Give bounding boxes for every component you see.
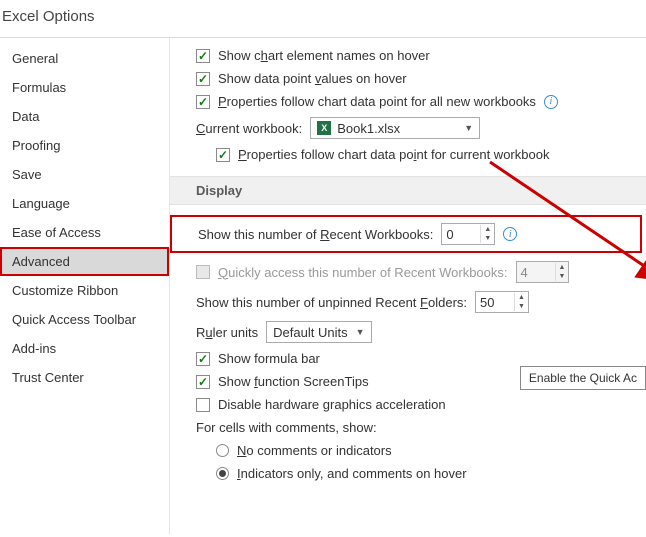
- label-recent-workbooks: Show this number of Recent Workbooks:: [198, 227, 433, 242]
- recent-folders-value[interactable]: 50: [476, 295, 514, 310]
- checkbox-quick-access-recent[interactable]: [196, 265, 210, 279]
- excel-file-icon: X: [317, 121, 331, 135]
- sidebar-item-proofing[interactable]: Proofing: [0, 131, 169, 160]
- sidebar-item-data[interactable]: Data: [0, 102, 169, 131]
- checkbox-props-current-workbook[interactable]: [216, 148, 230, 162]
- label-data-point-values: Show data point values on hover: [218, 71, 407, 86]
- dropdown-arrow-icon: ▼: [356, 327, 365, 337]
- select-current-workbook[interactable]: X Book1.xlsx ▼: [310, 117, 480, 139]
- spinner-recent-folders[interactable]: 50 ▲▼: [475, 291, 529, 313]
- spinner-down-icon[interactable]: ▼: [481, 234, 494, 243]
- label-hw-accel: Disable hardware graphics acceleration: [218, 397, 446, 412]
- spinner-quick-access: 4 ▲▼: [516, 261, 570, 283]
- sidebar: General Formulas Data Proofing Save Lang…: [0, 38, 170, 534]
- sidebar-item-advanced[interactable]: Advanced: [0, 247, 169, 276]
- checkbox-screentips[interactable]: [196, 375, 210, 389]
- sidebar-item-trust-center[interactable]: Trust Center: [0, 363, 169, 392]
- label-formula-bar: Show formula bar: [218, 351, 320, 366]
- recent-workbooks-value[interactable]: 0: [442, 227, 480, 242]
- checkbox-chart-element-names[interactable]: [196, 49, 210, 63]
- radio-no-comments[interactable]: [216, 444, 229, 457]
- radio-indicators-only[interactable]: [216, 467, 229, 480]
- spinner-recent-workbooks[interactable]: 0 ▲▼: [441, 223, 495, 245]
- spinner-up-icon[interactable]: ▲: [481, 225, 494, 234]
- label-props-all-workbooks: Properties follow chart data point for a…: [218, 94, 536, 109]
- sidebar-item-ease-of-access[interactable]: Ease of Access: [0, 218, 169, 247]
- quick-access-value: 4: [517, 265, 555, 280]
- dropdown-arrow-icon: ▼: [464, 123, 473, 133]
- label-props-current-workbook: Properties follow chart data point for c…: [238, 147, 549, 162]
- highlight-recent-workbooks: Show this number of Recent Workbooks: 0 …: [170, 215, 642, 253]
- label-screentips: Show function ScreenTips: [218, 374, 369, 389]
- spinner-up-icon: ▲: [556, 263, 569, 272]
- label-ruler-units: Ruler units: [196, 325, 258, 340]
- select-ruler-units[interactable]: Default Units ▼: [266, 321, 371, 343]
- label-comments-header: For cells with comments, show:: [196, 420, 377, 435]
- sidebar-item-add-ins[interactable]: Add-ins: [0, 334, 169, 363]
- checkbox-data-point-values[interactable]: [196, 72, 210, 86]
- content-area: General Formulas Data Proofing Save Lang…: [0, 37, 646, 534]
- main-panel: Show chart element names on hover Show d…: [170, 38, 646, 534]
- label-no-comments: No comments or indicators: [237, 443, 392, 458]
- tooltip-quick-access: Enable the Quick Ac: [520, 366, 646, 390]
- checkbox-hw-accel[interactable]: [196, 398, 210, 412]
- label-indicators-only: Indicators only, and comments on hover: [237, 466, 467, 481]
- spinner-down-icon[interactable]: ▼: [515, 302, 528, 311]
- label-quick-access-recent: Quickly access this number of Recent Wor…: [218, 265, 508, 280]
- checkbox-props-all-workbooks[interactable]: [196, 95, 210, 109]
- info-icon[interactable]: i: [544, 95, 558, 109]
- sidebar-item-customize-ribbon[interactable]: Customize Ribbon: [0, 276, 169, 305]
- label-recent-folders: Show this number of unpinned Recent Fold…: [196, 295, 467, 310]
- section-header-display: Display: [170, 176, 646, 205]
- window-title: Excel Options: [0, 0, 646, 37]
- current-workbook-value: Book1.xlsx: [337, 121, 400, 136]
- sidebar-item-general[interactable]: General: [0, 44, 169, 73]
- sidebar-item-formulas[interactable]: Formulas: [0, 73, 169, 102]
- spinner-down-icon: ▼: [556, 272, 569, 281]
- info-icon[interactable]: i: [503, 227, 517, 241]
- ruler-units-value: Default Units: [273, 325, 347, 340]
- excel-options-window: Excel Options General Formulas Data Proo…: [0, 0, 646, 537]
- sidebar-item-quick-access-toolbar[interactable]: Quick Access Toolbar: [0, 305, 169, 334]
- checkbox-formula-bar[interactable]: [196, 352, 210, 366]
- spinner-up-icon[interactable]: ▲: [515, 293, 528, 302]
- label-current-workbook: Current workbook:: [196, 121, 302, 136]
- sidebar-item-language[interactable]: Language: [0, 189, 169, 218]
- sidebar-item-save[interactable]: Save: [0, 160, 169, 189]
- label-chart-element-names: Show chart element names on hover: [218, 48, 430, 63]
